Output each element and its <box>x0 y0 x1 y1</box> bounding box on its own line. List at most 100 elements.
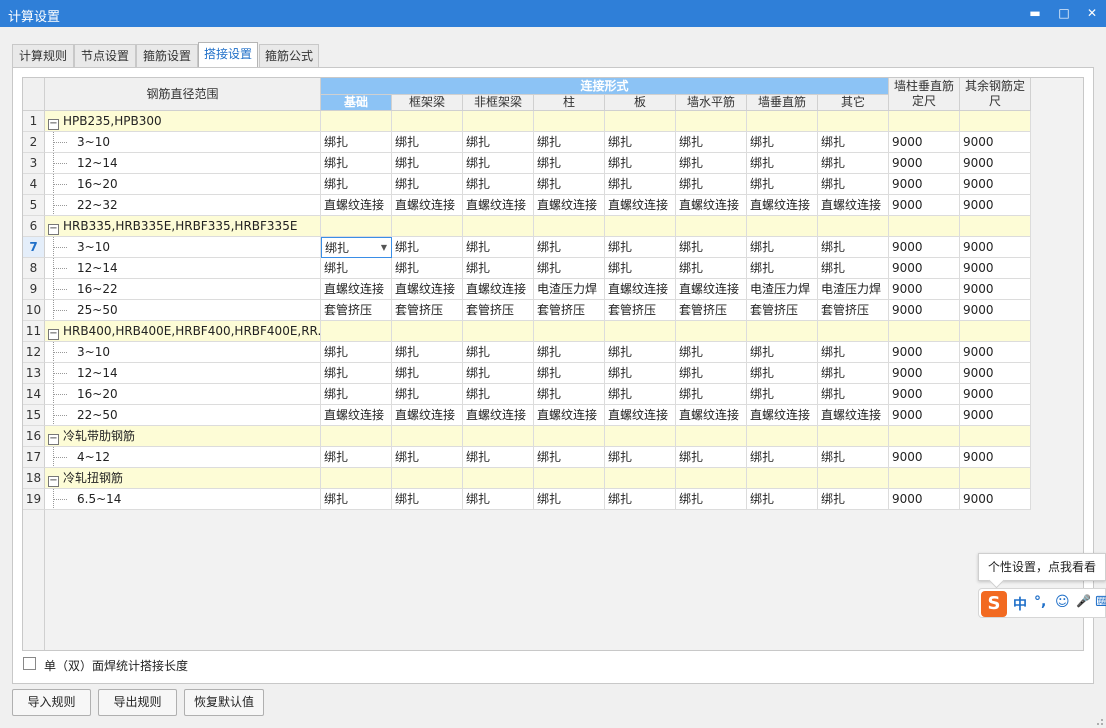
connection-cell-wall-horizontal[interactable]: 绑扎 <box>676 153 747 174</box>
connection-cell-column[interactable]: 绑扎 <box>534 174 605 195</box>
other-length-cell[interactable]: 9000 <box>960 300 1031 321</box>
wall-column-length-cell[interactable]: 9000 <box>889 153 960 174</box>
connection-cell-wall-horizontal[interactable]: 绑扎 <box>676 237 747 258</box>
group-row[interactable]: 18− 冷轧扭钢筋 <box>23 468 1031 489</box>
diameter-range-cell[interactable]: 16~22 <box>45 279 321 300</box>
connection-cell-slab[interactable]: 绑扎 <box>605 447 676 468</box>
diameter-range-cell[interactable]: 4~12 <box>45 447 321 468</box>
connection-cell-column[interactable] <box>534 468 605 489</box>
connection-cell-column[interactable]: 电渣压力焊 <box>534 279 605 300</box>
connection-cell-frame-beam[interactable] <box>392 216 463 237</box>
connection-cell-other[interactable]: 直螺纹连接 <box>818 195 889 216</box>
diameter-range-cell[interactable]: 12~14 <box>45 258 321 279</box>
collapse-icon[interactable]: − <box>48 119 59 130</box>
connection-cell-non-frame-beam[interactable]: 绑扎 <box>463 342 534 363</box>
connection-cell-wall-vertical[interactable]: 套管挤压 <box>747 300 818 321</box>
connection-cell-foundation[interactable] <box>321 468 392 489</box>
connection-cell-non-frame-beam[interactable]: 绑扎 <box>463 489 534 510</box>
other-length-cell[interactable]: 9000 <box>960 153 1031 174</box>
other-length-cell[interactable]: 9000 <box>960 384 1031 405</box>
row-number[interactable]: 4 <box>23 174 45 195</box>
connection-cell-frame-beam[interactable]: 绑扎 <box>392 384 463 405</box>
connection-cell-non-frame-beam[interactable]: 绑扎 <box>463 258 534 279</box>
connection-cell-column[interactable]: 绑扎 <box>534 342 605 363</box>
row-number[interactable]: 5 <box>23 195 45 216</box>
connection-cell-other[interactable]: 绑扎 <box>818 132 889 153</box>
tab-stirrup-settings[interactable]: 箍筋设置 <box>136 44 198 68</box>
connection-cell-wall-vertical[interactable]: 直螺纹连接 <box>747 405 818 426</box>
other-length-cell[interactable]: 9000 <box>960 195 1031 216</box>
wall-column-length-cell[interactable]: 9000 <box>889 405 960 426</box>
row-number[interactable]: 13 <box>23 363 45 384</box>
connection-cell-wall-vertical[interactable]: 绑扎 <box>747 363 818 384</box>
row-number[interactable]: 19 <box>23 489 45 510</box>
import-rules-button[interactable]: 导入规则 <box>12 689 91 716</box>
connection-cell-wall-horizontal[interactable] <box>676 321 747 342</box>
collapse-icon[interactable]: − <box>48 329 59 340</box>
connection-cell-wall-vertical[interactable] <box>747 111 818 132</box>
connection-cell-wall-vertical[interactable]: 绑扎 <box>747 342 818 363</box>
connection-cell-wall-vertical[interactable]: 绑扎 <box>747 132 818 153</box>
collapse-icon[interactable]: − <box>48 476 59 487</box>
connection-cell-wall-vertical[interactable]: 绑扎 <box>747 153 818 174</box>
tab-stirrup-formula[interactable]: 箍筋公式 <box>259 44 319 68</box>
connection-cell-slab[interactable]: 绑扎 <box>605 363 676 384</box>
connection-cell-wall-vertical[interactable]: 直螺纹连接 <box>747 195 818 216</box>
ime-tooltip[interactable]: 个性设置，点我看看 <box>978 553 1106 581</box>
connection-cell-non-frame-beam[interactable]: 绑扎 <box>463 237 534 258</box>
connection-cell-column[interactable]: 绑扎 <box>534 237 605 258</box>
connection-cell-column[interactable]: 直螺纹连接 <box>534 405 605 426</box>
connection-cell-frame-beam[interactable]: 直螺纹连接 <box>392 195 463 216</box>
connection-cell-slab[interactable]: 套管挤压 <box>605 300 676 321</box>
connection-cell-frame-beam[interactable]: 直螺纹连接 <box>392 279 463 300</box>
connection-cell-frame-beam[interactable]: 绑扎 <box>392 489 463 510</box>
close-button[interactable]: ✕ <box>1081 3 1103 23</box>
connection-cell-wall-vertical[interactable]: 绑扎 <box>747 384 818 405</box>
other-length-cell[interactable]: 9000 <box>960 489 1031 510</box>
connection-cell-other[interactable] <box>818 216 889 237</box>
diameter-range-cell[interactable]: 16~20 <box>45 174 321 195</box>
header-diameter-range[interactable]: 钢筋直径范围 <box>45 78 321 111</box>
other-length-cell[interactable]: 9000 <box>960 237 1031 258</box>
connection-cell-wall-horizontal[interactable]: 绑扎 <box>676 363 747 384</box>
diameter-range-cell[interactable]: − HPB235,HPB300 <box>45 111 321 132</box>
connection-cell-wall-horizontal[interactable]: 直螺纹连接 <box>676 405 747 426</box>
ime-punctuation-toggle[interactable]: °, <box>1034 594 1046 610</box>
connection-cell-slab[interactable]: 直螺纹连接 <box>605 279 676 300</box>
connection-cell-slab[interactable] <box>605 426 676 447</box>
connection-cell-wall-horizontal[interactable]: 绑扎 <box>676 342 747 363</box>
connection-cell-foundation[interactable]: 直螺纹连接 <box>321 405 392 426</box>
connection-cell-slab[interactable]: 绑扎 <box>605 132 676 153</box>
connection-cell-non-frame-beam[interactable] <box>463 321 534 342</box>
other-length-cell[interactable]: 9000 <box>960 363 1031 384</box>
connection-cell-other[interactable]: 绑扎 <box>818 153 889 174</box>
other-length-cell[interactable] <box>960 321 1031 342</box>
group-row[interactable]: 1− HPB235,HPB300 <box>23 111 1031 132</box>
connection-cell-column[interactable]: 绑扎 <box>534 132 605 153</box>
row-number[interactable]: 9 <box>23 279 45 300</box>
diameter-range-cell[interactable]: − HRB400,HRB400E,HRBF400,HRBF400E,RR... <box>45 321 321 342</box>
connection-cell-frame-beam[interactable]: 绑扎 <box>392 174 463 195</box>
connection-cell-slab[interactable]: 绑扎 <box>605 258 676 279</box>
connection-cell-wall-horizontal[interactable]: 直螺纹连接 <box>676 279 747 300</box>
connection-cell-foundation[interactable]: 套管挤压 <box>321 300 392 321</box>
other-length-cell[interactable] <box>960 111 1031 132</box>
diameter-range-cell[interactable]: 22~32 <box>45 195 321 216</box>
connection-cell-frame-beam[interactable] <box>392 321 463 342</box>
row-number[interactable]: 3 <box>23 153 45 174</box>
table-row[interactable]: 14 16~20 绑扎 绑扎 绑扎 绑扎 绑扎 绑扎 绑扎 绑扎 9000 9000 <box>23 384 1031 405</box>
sogou-logo-icon[interactable]: S <box>981 591 1007 617</box>
wall-column-length-cell[interactable] <box>889 468 960 489</box>
row-number[interactable]: 6 <box>23 216 45 237</box>
connection-cell-slab[interactable]: 绑扎 <box>605 384 676 405</box>
connection-cell-wall-vertical[interactable]: 电渣压力焊 <box>747 279 818 300</box>
connection-cell-other[interactable]: 绑扎 <box>818 489 889 510</box>
diameter-range-cell[interactable]: 12~14 <box>45 153 321 174</box>
header-col-slab[interactable]: 板 <box>605 95 676 111</box>
table-row[interactable]: 17 4~12 绑扎 绑扎 绑扎 绑扎 绑扎 绑扎 绑扎 绑扎 9000 9000 <box>23 447 1031 468</box>
row-number[interactable]: 7 <box>23 237 45 258</box>
connection-cell-wall-vertical[interactable] <box>747 468 818 489</box>
connection-cell-other[interactable]: 绑扎 <box>818 384 889 405</box>
grid-corner[interactable] <box>23 78 45 111</box>
connection-cell-foundation[interactable]: 绑扎 <box>321 132 392 153</box>
